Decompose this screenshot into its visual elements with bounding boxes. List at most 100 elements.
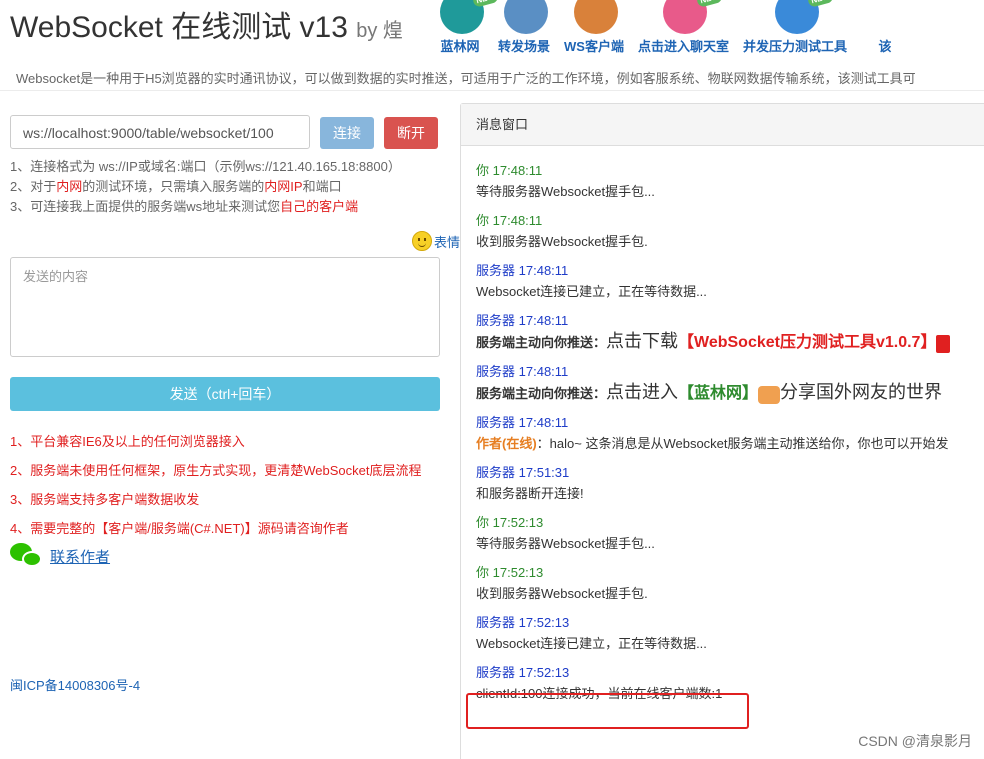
message-item: 服务器 17:48:11 服务端主动向你推送：点击下载【WebSocket压力测试… (476, 312, 984, 354)
tip-2-d: 内网IP (264, 179, 303, 194)
message-sender: 服务器 (476, 364, 516, 379)
header-divider (0, 90, 984, 91)
message-sender: 服务器 (476, 665, 516, 680)
message-sender: 你 (476, 213, 490, 228)
message-text: 和服务器断开连接! (476, 486, 584, 501)
message-time: 17:48:11 (518, 364, 569, 379)
message-time: 17:48:11 (518, 415, 569, 430)
tip-2-c: 的测试环境，只需填入服务端的 (82, 179, 265, 194)
message-sender: 你 (476, 515, 490, 530)
disconnect-button[interactable]: 断开 (384, 117, 438, 149)
note-3: 3、服务端支持多客户端数据收发 (10, 492, 200, 507)
nav-item[interactable]: NEW并发压力测试工具 (743, 0, 847, 62)
message-text: Websocket连接已建立，正在等待数据... (476, 636, 707, 651)
message-body: Websocket连接已建立，正在等待数据... (476, 280, 984, 303)
site-author: by 煌 (356, 20, 403, 42)
note-2: 2、服务端未使用任何框架，原生方式实现，更清楚WebSocket底层流程 (10, 463, 422, 478)
message-sender: 服务器 (476, 615, 516, 630)
tip-3-a: 3、可连接我上面提供的服务端ws地址来测试您 (10, 199, 281, 214)
push-link[interactable]: 【蓝林网】 (678, 385, 758, 402)
push-prefix: 服务端主动向你推送： (476, 386, 607, 401)
message-body: Websocket连接已建立，正在等待数据... (476, 632, 984, 655)
site-title-text: WebSocket 在线测试 v13 (10, 11, 348, 44)
message-meta: 你 17:52:13 (476, 514, 984, 532)
message-sender: 服务器 (476, 465, 516, 480)
message-meta: 你 17:48:11 (476, 212, 984, 230)
message-time: 17:52:13 (492, 515, 544, 530)
nav-item[interactable]: 该 (861, 0, 909, 62)
websocket-url-input[interactable]: ws://localhost:9000/table/websocket/100 (10, 115, 310, 149)
chat-user-icon: NEW (659, 0, 723, 38)
message-body: 收到服务器Websocket握手包. (476, 582, 984, 605)
message-time: 17:52:13 (518, 665, 570, 680)
message-meta: 服务器 17:48:11 (476, 363, 984, 381)
message-list: 你 17:48:11 等待服务器Websocket握手包... 你 17:48:11… (476, 162, 984, 714)
message-text: 收到服务器Websocket握手包. (476, 586, 648, 601)
csdn-watermark: CSDN @清泉影月 (858, 733, 972, 749)
message-meta: 服务器 17:48:11 (476, 262, 984, 280)
message-text: 收到服务器Websocket握手包. (476, 234, 648, 249)
message-item: 你 17:48:11 收到服务器Websocket握手包. (476, 212, 984, 253)
message-sender: 服务器 (476, 263, 516, 278)
message-body: 服务端主动向你推送：点击下载【WebSocket压力测试工具v1.0.7】 (476, 330, 984, 354)
tip-3: 3、可连接我上面提供的服务端ws地址来测试您自己的客户端 (10, 197, 401, 217)
contact-author-link[interactable]: 联系作者 (50, 546, 110, 567)
message-time: 17:48:11 (518, 263, 569, 278)
nav-label: 并发压力测试工具 (742, 39, 847, 54)
emoji-button[interactable]: 表情 (412, 231, 460, 251)
icp-link[interactable]: 闽ICP备14008306号-4 (10, 675, 140, 694)
message-meta: 服务器 17:51:31 (476, 464, 984, 482)
message-time: 17:48:11 (492, 213, 543, 228)
people-icon (758, 385, 781, 404)
message-item: 你 17:52:13 等待服务器Websocket握手包... (476, 514, 984, 555)
push-prefix: 服务端主动向你推送： (476, 335, 607, 350)
message-time: 17:52:13 (492, 565, 544, 580)
note-4: 4、需要完整的【客户端/服务端(C#.NET)】源码请咨询作者 (10, 521, 349, 536)
highlight-box (466, 693, 749, 729)
push-link[interactable]: 【WebSocket压力测试工具v1.0.7】 (678, 334, 936, 351)
nav-label: 该 (878, 39, 892, 54)
message-sender: 服务器 (476, 415, 516, 430)
message-meta: 服务器 17:52:13 (476, 614, 984, 632)
message-sender: 服务器 (476, 313, 516, 328)
header: WebSocket 在线测试 v13 by 煌 NEW蓝林网转发场景WS客户端N… (0, 0, 984, 62)
message-body: 等待服务器Websocket握手包... (476, 532, 984, 555)
message-text: 等待服务器Websocket握手包... (476, 184, 655, 199)
nav-icon (861, 0, 909, 38)
message-meta: 你 17:48:11 (476, 162, 984, 180)
smiley-icon (412, 231, 432, 251)
message-window-title: 消息窗口 (461, 104, 984, 146)
tip-2: 2、对于内网的测试环境，只需填入服务端的内网IP和端口 (10, 177, 401, 197)
message-item: 服务器 17:51:31 和服务器断开连接! (476, 464, 984, 505)
message-meta: 你 17:52:13 (476, 564, 984, 582)
message-body: 收到服务器Websocket握手包. (476, 230, 984, 253)
nav-label: WS客户端 (564, 39, 624, 54)
site-title: WebSocket 在线测试 v13 by 煌 (10, 2, 403, 46)
connect-button[interactable]: 连接 (320, 117, 374, 149)
gift-icon (936, 334, 951, 353)
message-text: 等待服务器Websocket握手包... (476, 536, 655, 551)
message-text: Websocket连接已建立，正在等待数据... (476, 284, 707, 299)
top-nav: NEW蓝林网转发场景WS客户端NEW点击进入聊天室NEW并发压力测试工具该 (436, 0, 923, 62)
tip-3-b: 自己的客户端 (280, 199, 359, 214)
message-meta: 服务器 17:48:11 (476, 414, 984, 432)
nav-item[interactable]: NEW蓝林网 (436, 0, 500, 62)
nav-item[interactable]: 转发场景 (498, 0, 550, 62)
push-text: 点击下载 (606, 331, 679, 351)
message-textarea[interactable]: 发送的内容 (10, 257, 440, 357)
nav-label: 蓝林网 (440, 39, 480, 54)
send-button[interactable]: 发送（ctrl+回车） (10, 377, 440, 411)
globe-icon: NEW (436, 0, 500, 38)
nav-item[interactable]: NEW点击进入聊天室 (638, 0, 729, 62)
nav-item[interactable]: WS客户端 (564, 0, 624, 62)
push-text: 点击进入 (606, 382, 679, 402)
message-text: ：halo~ 这条消息是从Websocket服务端主动推送给你，你也可以开始发 (536, 436, 949, 451)
message-sender: 你 (476, 565, 490, 580)
message-time: 17:52:13 (518, 615, 570, 630)
nav-label: 点击进入聊天室 (637, 39, 729, 54)
message-item: 服务器 17:52:13 Websocket连接已建立，正在等待数据... (476, 614, 984, 655)
intro-text: Websocket是一种用于H5浏览器的实时通讯协议，可以做到数据的实时推送，可… (16, 71, 916, 86)
message-meta: 服务器 17:48:11 (476, 312, 984, 330)
message-body: 等待服务器Websocket握手包... (476, 180, 984, 203)
message-item: 服务器 17:48:11 作者(在线)：halo~ 这条消息是从Websocket… (476, 414, 984, 455)
